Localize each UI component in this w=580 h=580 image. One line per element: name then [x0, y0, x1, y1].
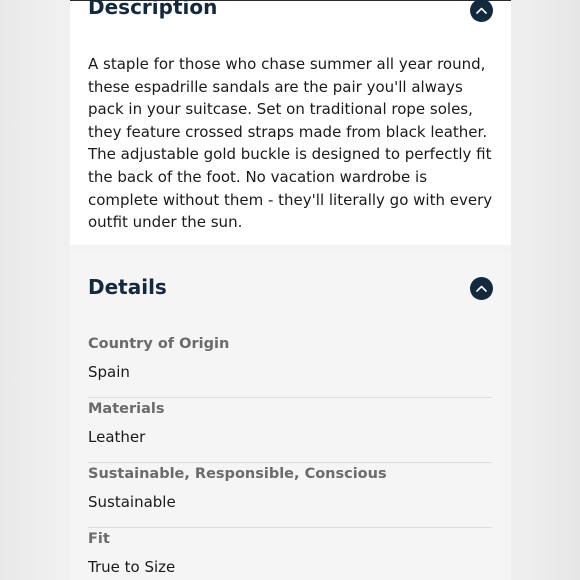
- detail-label: Fit: [88, 531, 110, 547]
- description-collapse-button[interactable]: [470, 0, 493, 22]
- detail-value: True to Size: [88, 558, 176, 576]
- detail-value: Sustainable: [88, 493, 176, 511]
- detail-value: Leather: [88, 428, 146, 446]
- detail-value: Spain: [88, 363, 130, 381]
- details-list: Country of Origin Spain Materials Leathe…: [88, 333, 492, 580]
- chevron-up-icon: [476, 285, 487, 292]
- chevron-up-icon: [476, 7, 487, 14]
- detail-item-materials: Materials Leather: [88, 398, 492, 463]
- left-backdrop: [0, 0, 70, 580]
- details-collapse-button[interactable]: [470, 277, 493, 300]
- details-section: Details Country of Origin Spain Material…: [70, 253, 511, 580]
- description-text: A staple for those who chase summer all …: [88, 55, 493, 232]
- detail-label: Country of Origin: [88, 336, 230, 352]
- details-heading: Details: [88, 275, 167, 299]
- detail-label: Materials: [88, 401, 165, 417]
- detail-item-fit: Fit True to Size: [88, 528, 492, 580]
- description-section: Description A staple for those who chase…: [70, 0, 511, 245]
- detail-label: Sustainable, Responsible, Conscious: [88, 466, 387, 482]
- right-backdrop: [511, 0, 580, 580]
- section-gap: [70, 245, 511, 253]
- detail-item-sustainability: Sustainable, Responsible, Conscious Sust…: [88, 463, 492, 528]
- product-info-panel: Description A staple for those who chase…: [70, 0, 511, 580]
- detail-item-country-of-origin: Country of Origin Spain: [88, 333, 492, 398]
- description-heading: Description: [88, 0, 218, 19]
